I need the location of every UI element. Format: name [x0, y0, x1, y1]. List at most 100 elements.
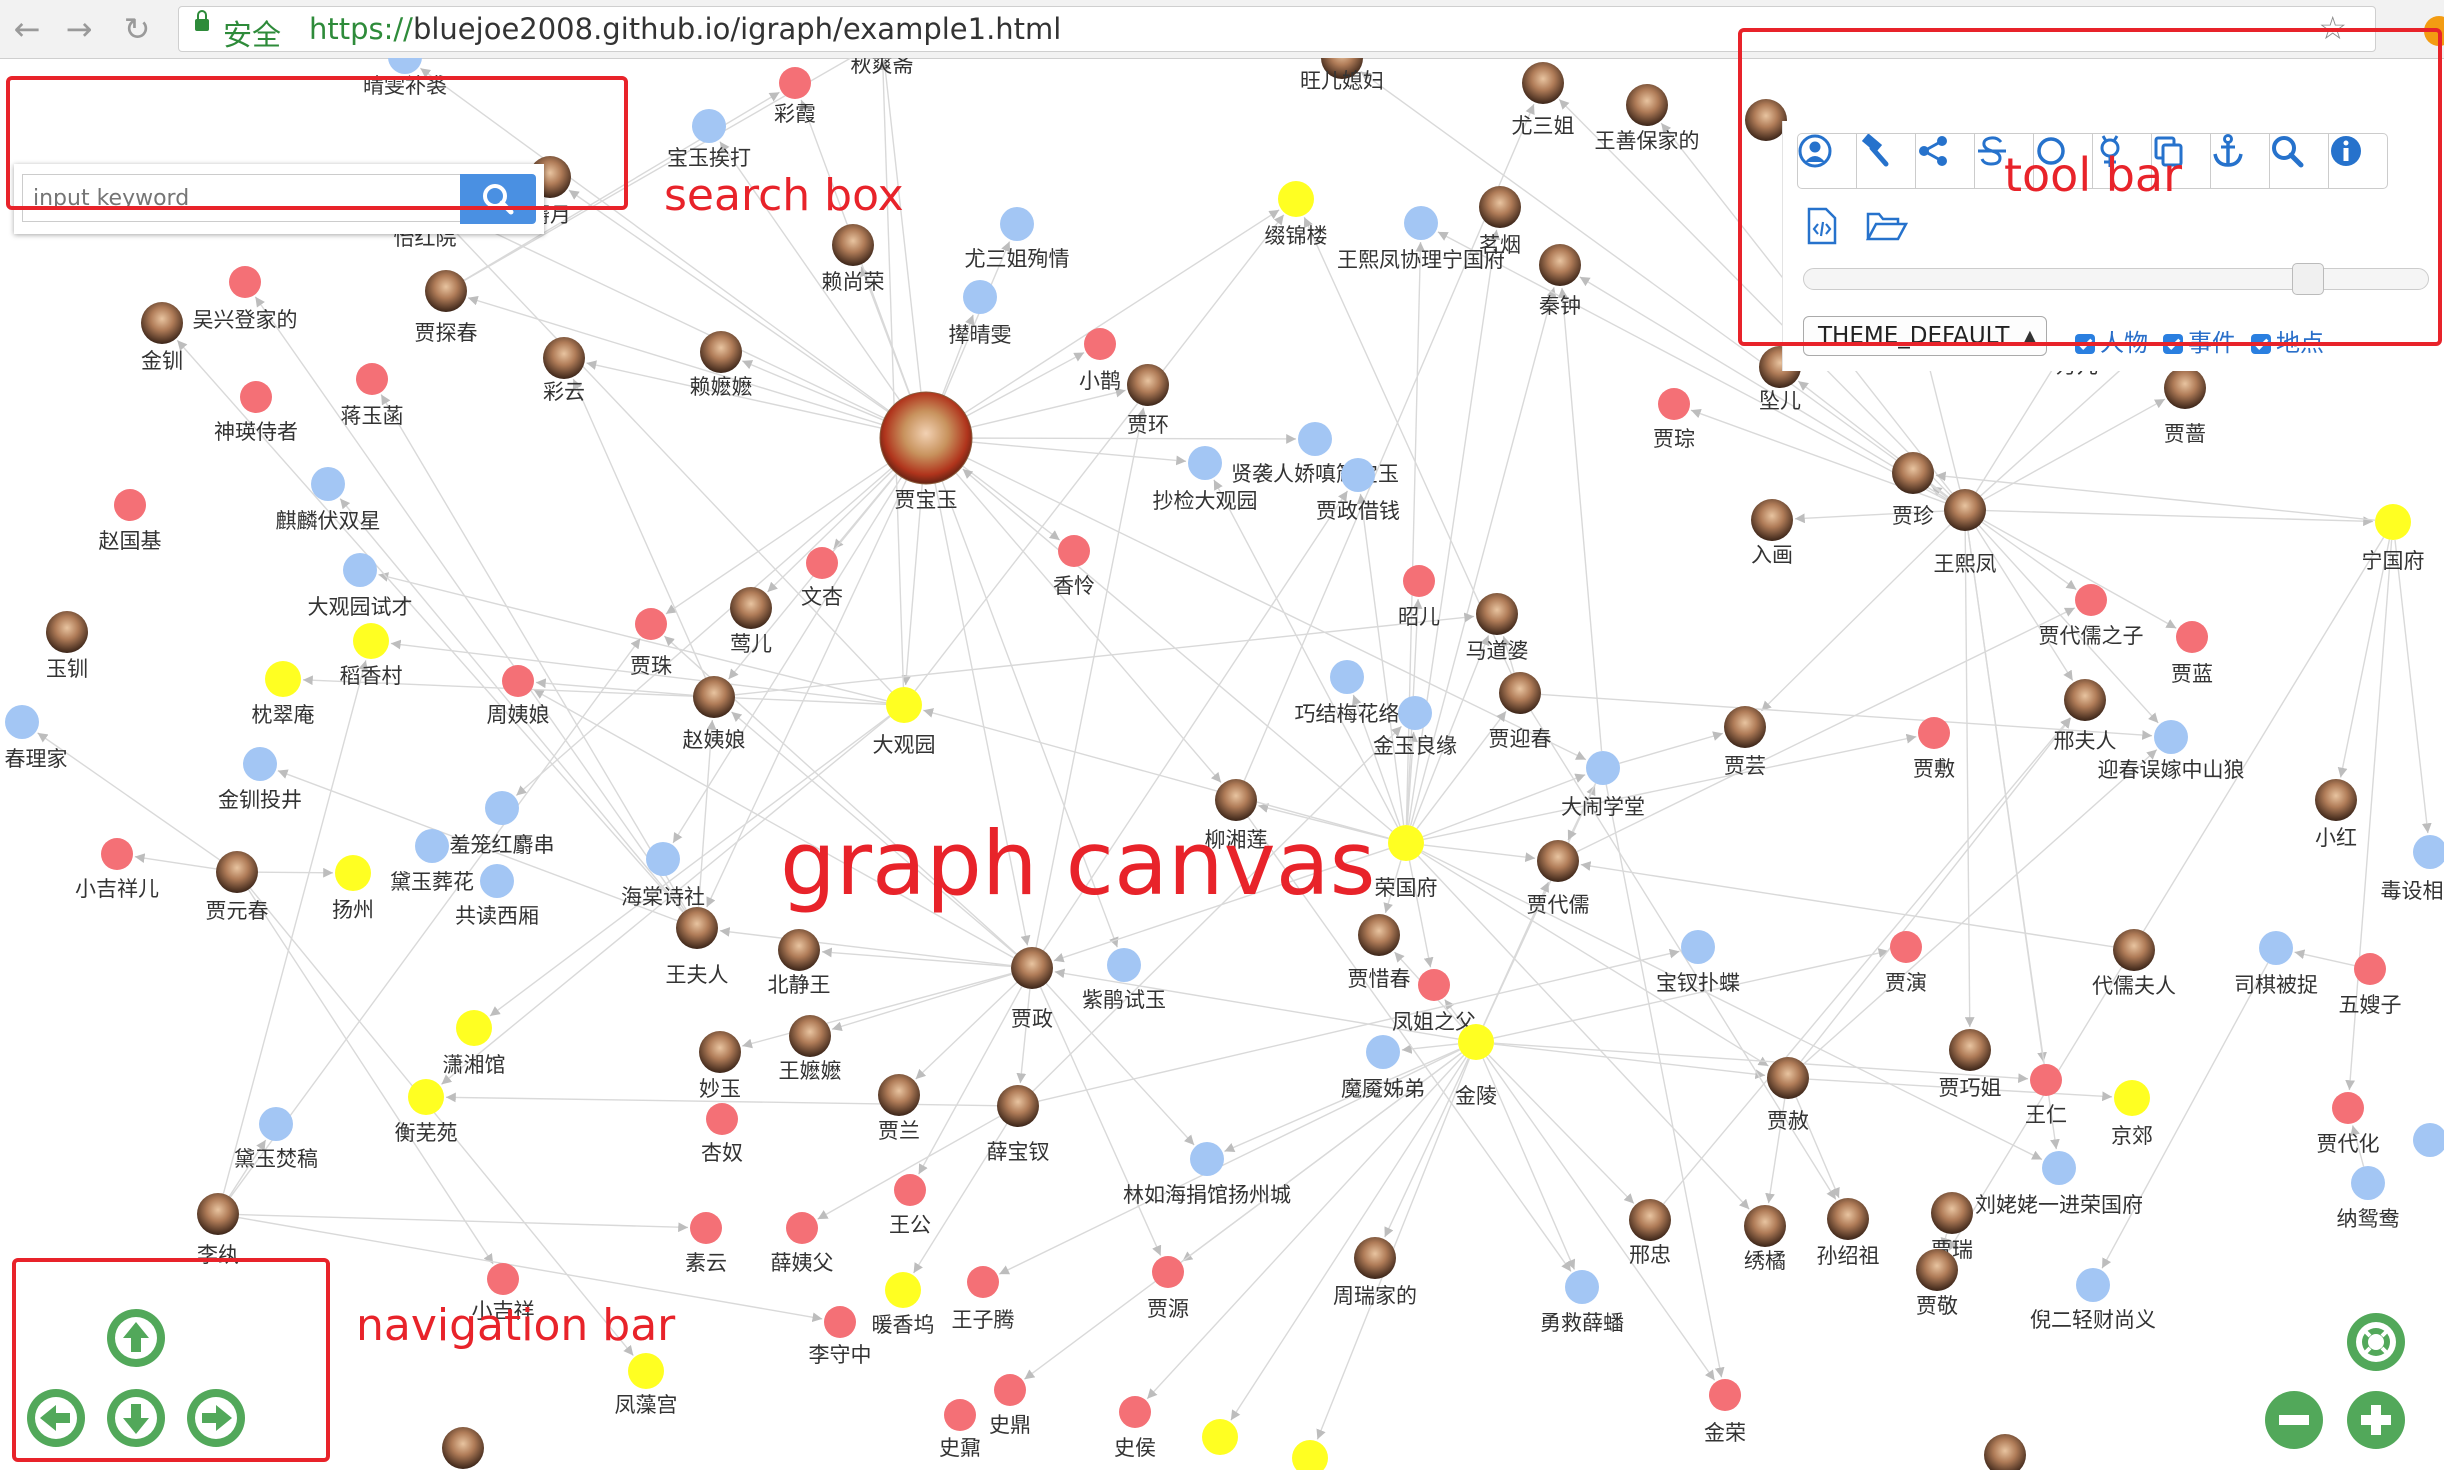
graph-node-event[interactable]: 毒设相 [2381, 835, 2444, 903]
graph-node-person[interactable]: 彩霞 [774, 67, 816, 126]
node-circle[interactable] [1298, 422, 1332, 456]
zoom-in-button[interactable] [2346, 1390, 2406, 1450]
node-circle[interactable] [2315, 779, 2357, 821]
node-circle[interactable] [885, 1272, 921, 1308]
graph-node-person[interactable]: 史侯 [1114, 1396, 1156, 1460]
node-circle[interactable] [2354, 953, 2386, 985]
graph-node-portrait[interactable]: 贾惜春 [1348, 914, 1411, 991]
node-circle[interactable] [878, 1074, 920, 1116]
node-circle[interactable] [2164, 367, 2206, 409]
node-circle[interactable] [635, 608, 667, 640]
graph-node-portrait[interactable]: 赖嬷嬷 [690, 331, 753, 399]
graph-node-portrait_big[interactable]: 贾宝玉 [879, 391, 973, 512]
node-circle[interactable] [1202, 1419, 1238, 1455]
graph-node-portrait[interactable]: 贾蔷 [2164, 367, 2206, 446]
node-circle[interactable] [1127, 364, 1169, 406]
node-circle[interactable] [1827, 1198, 1869, 1240]
node-circle[interactable] [1984, 1434, 2026, 1470]
graph-node-person[interactable]: 贾代化 [2317, 1092, 2380, 1156]
node-circle[interactable] [1586, 751, 1620, 785]
node-circle[interactable] [824, 1306, 856, 1338]
node-circle[interactable] [1152, 1256, 1184, 1288]
node-circle[interactable] [1522, 62, 1564, 104]
graph-node-portrait[interactable]: 玉钏 [46, 611, 88, 681]
node-circle[interactable] [487, 1263, 519, 1295]
graph-node-person[interactable]: 昭儿 [1398, 565, 1440, 629]
graph-node-place[interactable]: 暖香坞 [872, 1272, 935, 1337]
node-circle[interactable] [2030, 1064, 2062, 1096]
node-circle[interactable] [706, 1103, 738, 1135]
node-circle[interactable] [1366, 1035, 1400, 1069]
graph-node-event[interactable]: 大观园试才 [308, 553, 413, 619]
graph-node-portrait[interactable]: 薛宝钗 [987, 1085, 1050, 1164]
graph-node-event[interactable]: 林如海捐馆扬州城 [1123, 1142, 1291, 1207]
node-circle[interactable] [1418, 969, 1450, 1001]
node-circle[interactable] [2259, 931, 2293, 965]
graph-node-portrait[interactable]: 莺儿 [730, 587, 772, 656]
node-circle[interactable] [1188, 446, 1222, 480]
graph-node-portrait[interactable]: 尤三姐 [1512, 62, 1575, 138]
forward-arrow-icon[interactable]: → [60, 10, 98, 48]
node-circle[interactable] [141, 302, 183, 344]
graph-node-portrait[interactable]: 入画 [1751, 499, 1793, 567]
graph-node-portrait[interactable]: 李纨 [197, 1193, 239, 1267]
node-circle[interactable] [415, 829, 449, 863]
node-circle[interactable] [1537, 840, 1579, 882]
node-circle[interactable] [1330, 660, 1364, 694]
node-circle[interactable] [243, 747, 277, 781]
graph-node-place[interactable]: 潇湘馆 [443, 1010, 506, 1077]
node-circle[interactable] [1119, 1396, 1151, 1428]
graph-node-person[interactable]: 小鹊 [1079, 328, 1121, 393]
graph-node-person[interactable]: 五嫂子 [2339, 953, 2402, 1017]
node-circle[interactable] [353, 623, 389, 659]
graph-node-portrait[interactable]: 小红 [2315, 779, 2357, 850]
node-circle[interactable] [425, 270, 467, 312]
node-circle[interactable] [1011, 947, 1053, 989]
graph-node-person[interactable]: 小吉祥儿 [75, 838, 159, 901]
node-circle[interactable] [997, 1085, 1039, 1127]
graph-node-portrait[interactable]: 彩云 [543, 337, 585, 404]
zoom-out-button[interactable] [2264, 1390, 2324, 1450]
node-circle[interactable] [114, 489, 146, 521]
graph-node-event[interactable]: 羞笼红麝串 [450, 791, 555, 857]
graph-node-place[interactable]: 凤藻宫 [615, 1353, 678, 1417]
graph-node-portrait[interactable]: 邢忠 [1629, 1199, 1671, 1267]
graph-node-place[interactable]: 金陵 [1455, 1024, 1497, 1108]
node-circle[interactable] [699, 1031, 741, 1073]
node-circle[interactable] [700, 331, 742, 373]
node-circle[interactable] [730, 587, 772, 629]
node-circle[interactable] [2413, 1123, 2444, 1157]
graph-node-event[interactable]: 大闹学堂 [1561, 751, 1645, 819]
node-circle[interactable] [2113, 929, 2155, 971]
node-circle[interactable] [1767, 1057, 1809, 1099]
node-circle[interactable] [967, 1266, 999, 1298]
node-circle[interactable] [2064, 679, 2106, 721]
node-circle[interactable] [2114, 1080, 2150, 1116]
node-circle[interactable] [485, 791, 519, 825]
graph-node-portrait[interactable]: 贾政 [1011, 947, 1053, 1031]
graph-node-event[interactable]: 迎春误嫁中山狼 [2098, 720, 2245, 782]
graph-node-portrait[interactable]: 妙玉 [699, 1031, 741, 1101]
node-circle[interactable] [1388, 825, 1424, 861]
graph-node-event[interactable]: 麒麟伏双星 [276, 467, 381, 533]
node-circle[interactable] [944, 1399, 976, 1431]
graph-node-portrait[interactable]: 王善保家的 [1595, 84, 1700, 153]
node-circle[interactable] [1658, 388, 1690, 420]
node-circle[interactable] [1918, 717, 1950, 749]
graph-node-portrait[interactable]: 王嬷嬷 [779, 1015, 842, 1083]
node-circle[interactable] [994, 1374, 1026, 1406]
graph-node-portrait[interactable]: 贾巧姐 [1939, 1029, 2002, 1100]
node-circle[interactable] [356, 363, 388, 395]
graph-node-event[interactable]: 纳鸳鸯 [2337, 1166, 2400, 1231]
fit-view-button[interactable] [2346, 1312, 2406, 1372]
node-circle[interactable] [1403, 565, 1435, 597]
node-circle[interactable] [1890, 931, 1922, 963]
node-circle[interactable] [480, 864, 514, 898]
node-circle[interactable] [2154, 720, 2188, 754]
graph-node-portrait[interactable]: 旺儿媳妇 [1300, 58, 1384, 93]
node-circle[interactable] [1681, 930, 1715, 964]
graph-node-portrait[interactable]: 贾探春 [415, 270, 478, 345]
graph-node-portrait[interactable]: 贾芸 [1724, 706, 1766, 778]
node-circle[interactable] [2332, 1092, 2364, 1124]
node-circle[interactable] [963, 280, 997, 314]
